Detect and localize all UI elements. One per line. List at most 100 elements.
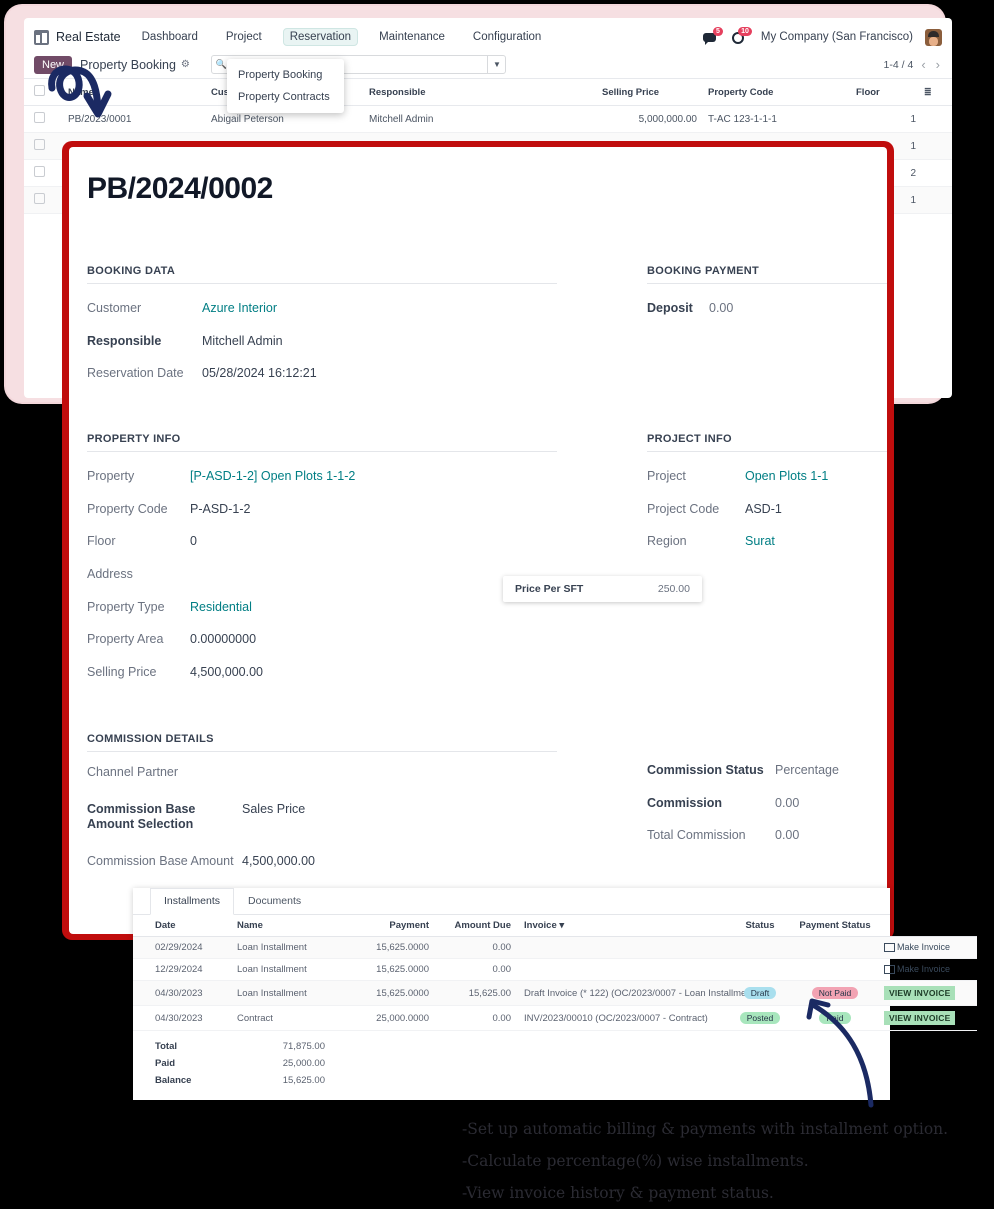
chevron-right-icon[interactable]: › <box>934 57 942 72</box>
cell-date: 04/30/2023 <box>133 1005 232 1031</box>
column-date[interactable]: Date <box>133 915 232 937</box>
navbar-item-dashboard[interactable]: Dashboard <box>135 28 205 46</box>
cell-action[interactable]: VIEW INVOICE <box>879 1005 977 1031</box>
cell-invoice: Draft Invoice (* 122) (OC/2023/0007 - Lo… <box>516 980 757 1006</box>
price-per-sft-card: Price Per SFT 250.00 <box>503 576 702 602</box>
gear-icon[interactable]: ⚙ <box>181 59 190 70</box>
tab-installments[interactable]: Installments <box>150 888 235 915</box>
table-row[interactable]: PB/2023/0001 Abigail Peterson Mitchell A… <box>24 105 952 133</box>
search-icon: 🔍 <box>215 59 228 69</box>
cell-name: Contract <box>232 1005 342 1031</box>
table-row[interactable]: 02/29/2024 Loan Installment 15,625.0000 … <box>133 936 977 959</box>
view-invoice-button[interactable]: VIEW INVOICE <box>884 1011 956 1025</box>
cell-action[interactable]: Make Invoice <box>879 936 977 959</box>
dropdown-item-property-contracts[interactable]: Property Contracts <box>227 86 344 108</box>
navbar-item-maintenance[interactable]: Maintenance <box>372 28 452 46</box>
column-payment-status[interactable]: Payment Status <box>791 915 879 937</box>
field-project-code-value[interactable]: ASD-1 <box>745 502 782 518</box>
cell-name: Loan Installment <box>232 936 342 959</box>
make-invoice-button[interactable]: Make Invoice <box>884 964 950 975</box>
chevron-left-icon[interactable]: ‹ <box>919 57 927 72</box>
cell-action[interactable]: Make Invoice <box>879 958 977 981</box>
navbar-item-project[interactable]: Project <box>219 28 269 46</box>
property-booking-form: PB/2024/0002 BOOKING DATA Customer Azure… <box>69 147 887 934</box>
property-info-heading: PROPERTY INFO <box>87 433 557 452</box>
field-selling-price-value[interactable]: 4,500,000.00 <box>190 665 263 681</box>
field-floor-value[interactable]: 0 <box>190 534 197 550</box>
column-selling-price[interactable]: Selling Price <box>598 78 701 106</box>
cell-date: 02/29/2024 <box>133 936 232 959</box>
field-region-value[interactable]: Surat <box>745 534 775 550</box>
chevron-down-icon[interactable]: ▼ <box>486 56 501 73</box>
cell-property-code: T-AC 123-1-1-1 <box>701 105 852 133</box>
column-settings-icon[interactable]: ≣ <box>920 78 952 106</box>
field-channel-partner: Channel Partner <box>87 765 557 781</box>
column-property-code[interactable]: Property Code <box>701 78 852 106</box>
field-property-code-label: Property Code <box>87 501 168 516</box>
view-invoice-button[interactable]: VIEW INVOICE <box>884 986 956 1000</box>
column-name[interactable]: Name <box>232 915 342 937</box>
make-invoice-label: Make Invoice <box>897 942 951 952</box>
field-property-area-value[interactable]: 0.00000000 <box>190 632 256 648</box>
field-property-label: Property <box>87 469 135 483</box>
field-property: Property [P-ASD-1-2] Open Plots 1-1-2 <box>87 469 557 485</box>
tab-documents[interactable]: Documents <box>234 888 315 914</box>
price-per-sft-label: Price Per SFT <box>515 583 584 595</box>
app-brand[interactable]: Real Estate <box>34 29 121 45</box>
row-checkbox-cell[interactable] <box>24 132 64 160</box>
company-name[interactable]: My Company (San Francisco) <box>761 31 913 43</box>
field-commission-status-label: Commission Status <box>647 763 764 777</box>
checkbox-icon[interactable] <box>34 193 45 204</box>
field-project-value[interactable]: Open Plots 1-1 <box>745 469 828 485</box>
dropdown-item-property-booking[interactable]: Property Booking <box>227 64 344 86</box>
balance-label: Balance <box>155 1075 192 1086</box>
navbar-item-configuration[interactable]: Configuration <box>466 28 548 46</box>
make-invoice-button[interactable]: Make Invoice <box>884 942 951 953</box>
caret-down-icon[interactable]: ▾ <box>559 920 564 931</box>
field-property-type-value[interactable]: Residential <box>190 600 252 616</box>
user-avatar[interactable] <box>925 28 942 46</box>
cell-action[interactable]: VIEW INVOICE <box>879 980 977 1006</box>
booking-data-heading: BOOKING DATA <box>87 265 557 284</box>
column-status[interactable]: Status <box>729 915 791 937</box>
column-action[interactable] <box>879 915 977 937</box>
status-badge: Draft <box>743 987 777 999</box>
field-customer-value[interactable]: Azure Interior <box>202 301 277 317</box>
column-invoice[interactable]: Invoice ▾ <box>516 915 729 937</box>
field-commission-base-selection-value[interactable]: Sales Price <box>242 802 305 818</box>
checkbox-icon[interactable] <box>34 139 45 150</box>
column-responsible[interactable]: Responsible <box>365 78 598 106</box>
cell-payment: 15,625.0000 <box>342 936 434 959</box>
column-payment[interactable]: Payment <box>342 915 434 937</box>
field-property-type-label: Property Type <box>87 599 165 614</box>
row-checkbox-cell[interactable] <box>24 186 64 214</box>
cell-amount-due: 0.00 <box>434 1005 516 1031</box>
field-deposit-label: Deposit <box>647 301 693 315</box>
field-reservation-date-value[interactable]: 05/28/2024 16:12:21 <box>202 366 317 382</box>
checkbox-icon[interactable] <box>34 166 45 177</box>
column-floor[interactable]: Floor <box>852 78 920 106</box>
activities-clock-icon[interactable]: 10 <box>731 26 752 45</box>
cell-date: 12/29/2024 <box>133 958 232 981</box>
navbar-item-reservation[interactable]: Reservation <box>282 28 359 46</box>
table-row[interactable]: 12/29/2024 Loan Installment 15,625.0000 … <box>133 958 977 981</box>
cell-invoice <box>516 958 729 981</box>
installments-totals: Total 71,875.00 Paid 25,000.00 Balance 1… <box>133 1041 890 1086</box>
field-commission-base-amount-value[interactable]: 4,500,000.00 <box>242 854 315 870</box>
field-property-value[interactable]: [P-ASD-1-2] Open Plots 1-1-2 <box>190 469 355 485</box>
field-commission-value[interactable]: 0.00 <box>775 796 799 812</box>
row-checkbox-cell[interactable] <box>24 159 64 187</box>
field-total-commission: Total Commission 0.00 <box>647 828 887 844</box>
field-project-code: Project Code ASD-1 <box>647 502 887 518</box>
field-property-code-value[interactable]: P-ASD-1-2 <box>190 502 250 518</box>
field-total-commission-value[interactable]: 0.00 <box>775 828 799 844</box>
field-deposit-value[interactable]: 0.00 <box>709 301 733 317</box>
commission-details-heading: COMMISSION DETAILS <box>87 733 557 752</box>
cell-floor: 1 <box>852 105 920 133</box>
messages-icon[interactable]: 5 <box>702 26 723 45</box>
column-amount-due[interactable]: Amount Due <box>434 915 516 937</box>
field-responsible-value[interactable]: Mitchell Admin <box>202 334 283 350</box>
paid-value: 25,000.00 <box>282 1058 325 1069</box>
field-commission-status-value[interactable]: Percentage <box>775 763 839 779</box>
field-commission-base-amount-label: Commission Base Amount <box>87 853 234 868</box>
